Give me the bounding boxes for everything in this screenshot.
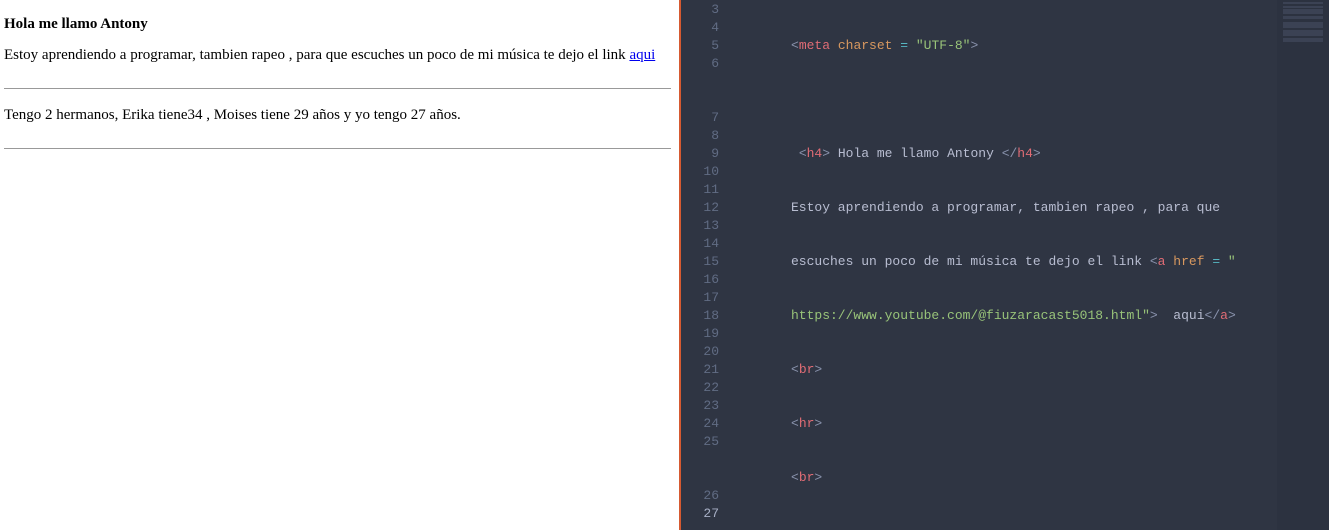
line-number: 8	[681, 127, 719, 145]
line-number: 15	[681, 253, 719, 271]
siblings-paragraph: Tengo 2 hermanos, Erika tiene34 , Moises…	[4, 107, 671, 124]
code-line	[731, 91, 1277, 109]
line-number: 12	[681, 199, 719, 217]
line-number: 20	[681, 343, 719, 361]
line-number: 23	[681, 397, 719, 415]
line-number	[681, 91, 719, 109]
code-line: <hr>	[731, 415, 1277, 433]
br-gap	[4, 70, 671, 84]
line-number	[681, 469, 719, 487]
code-line: <br>	[731, 361, 1277, 379]
line-number: 6	[681, 55, 719, 73]
minimap-blob	[1283, 2, 1323, 4]
line-number: 11	[681, 181, 719, 199]
minimap[interactable]	[1277, 0, 1329, 530]
horizontal-rule-1	[4, 88, 671, 89]
code-area[interactable]: <meta charset = "UTF-8"> <h4> Hola me ll…	[731, 0, 1277, 530]
line-number-current: 27	[681, 505, 719, 523]
code-line: https://www.youtube.com/@fiuzaracast5018…	[731, 307, 1277, 325]
intro-text: Estoy aprendiendo a programar, tambien r…	[4, 47, 629, 63]
line-number-gutter: 3 4 5 6 7 8 9 10 11 12 13 14 15 16 17 18…	[681, 0, 731, 530]
line-number: 10	[681, 163, 719, 181]
code-line: <meta charset = "UTF-8">	[731, 37, 1277, 55]
line-number: 25	[681, 433, 719, 451]
line-number: 26	[681, 487, 719, 505]
music-link[interactable]: aqui	[629, 47, 655, 63]
line-number: 21	[681, 361, 719, 379]
code-line: escuches un poco de mi música te dejo el…	[731, 253, 1277, 271]
code-editor-pane[interactable]: 3 4 5 6 7 8 9 10 11 12 13 14 15 16 17 18…	[679, 0, 1329, 530]
code-line: <br>	[731, 469, 1277, 487]
line-number: 17	[681, 289, 719, 307]
minimap-blob	[1283, 30, 1323, 36]
minimap-blob	[1283, 6, 1323, 8]
line-number: 4	[681, 19, 719, 37]
minimap-blob	[1283, 22, 1323, 28]
line-number: 19	[681, 325, 719, 343]
line-number	[681, 451, 719, 469]
line-number: 5	[681, 37, 719, 55]
line-number: 7	[681, 109, 719, 127]
minimap-blob	[1283, 16, 1323, 19]
intro-paragraph: Estoy aprendiendo a programar, tambien r…	[4, 47, 671, 64]
line-number: 13	[681, 217, 719, 235]
line-number: 24	[681, 415, 719, 433]
horizontal-rule-2	[4, 148, 671, 149]
br-gap	[4, 93, 671, 107]
line-number: 18	[681, 307, 719, 325]
line-number: 16	[681, 271, 719, 289]
br-gap	[4, 130, 671, 144]
line-number: 22	[681, 379, 719, 397]
minimap-blob	[1283, 9, 1323, 14]
line-number: 3	[681, 1, 719, 19]
line-number: 14	[681, 235, 719, 253]
minimap-blob	[1283, 38, 1323, 42]
browser-output-pane: Hola me llamo Antony Estoy aprendiendo a…	[0, 0, 679, 530]
line-number	[681, 73, 719, 91]
code-line	[731, 523, 1277, 530]
code-line: Estoy aprendiendo a programar, tambien r…	[731, 199, 1277, 217]
code-line: <h4> Hola me llamo Antony </h4>	[731, 145, 1277, 163]
page-heading: Hola me llamo Antony	[4, 16, 671, 33]
line-number: 9	[681, 145, 719, 163]
